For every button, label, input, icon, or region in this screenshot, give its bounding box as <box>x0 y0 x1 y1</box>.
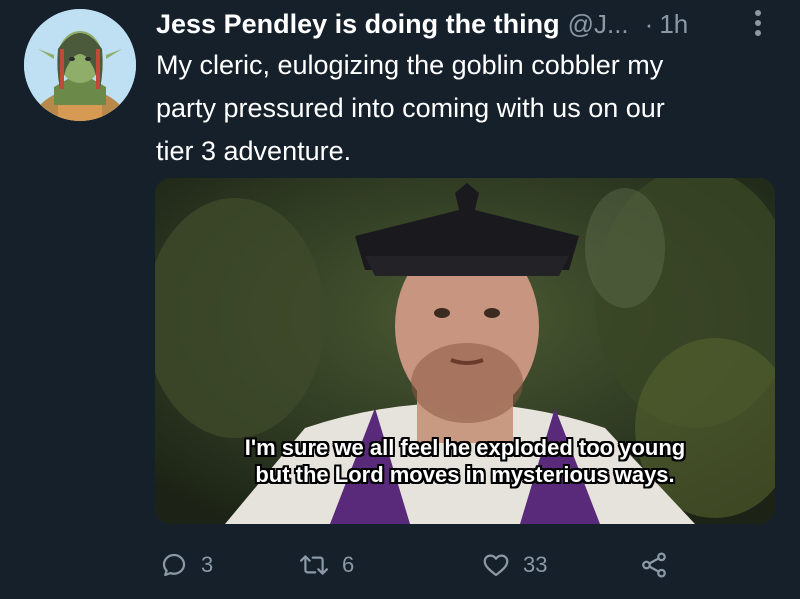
retweet-icon <box>299 555 329 575</box>
like-count: 33 <box>523 552 548 577</box>
tweet-media[interactable]: I'm sure we all feel he exploded too you… <box>155 178 775 524</box>
tweet-header: Jess Pendley is doing the thing @J... · … <box>156 4 776 44</box>
like-button[interactable]: 33 <box>481 543 547 587</box>
reply-count: 3 <box>201 552 214 577</box>
tweet[interactable]: Jess Pendley is doing the thing @J... · … <box>0 0 800 599</box>
more-icon[interactable] <box>748 6 768 40</box>
reply-icon <box>162 553 186 577</box>
retweet-count: 6 <box>342 552 355 577</box>
heart-icon <box>483 554 509 577</box>
user-handle[interactable]: @J... <box>568 9 629 40</box>
display-name[interactable]: Jess Pendley is doing the thing <box>156 9 560 40</box>
timestamp[interactable]: 1h <box>659 9 688 40</box>
share-icon <box>642 552 666 578</box>
retweet-button[interactable]: 6 <box>298 543 354 587</box>
tweet-actions: 3 6 33 <box>155 543 775 587</box>
reply-button[interactable]: 3 <box>159 543 213 587</box>
video-subtitle: I'm sure we all feel he exploded too you… <box>244 435 686 487</box>
tweet-text: My cleric, eulogizing the goblin cobbler… <box>156 50 665 166</box>
avatar-image <box>24 9 136 121</box>
separator-dot: · <box>644 8 654 39</box>
share-button[interactable] <box>639 543 669 587</box>
avatar[interactable] <box>24 9 136 121</box>
